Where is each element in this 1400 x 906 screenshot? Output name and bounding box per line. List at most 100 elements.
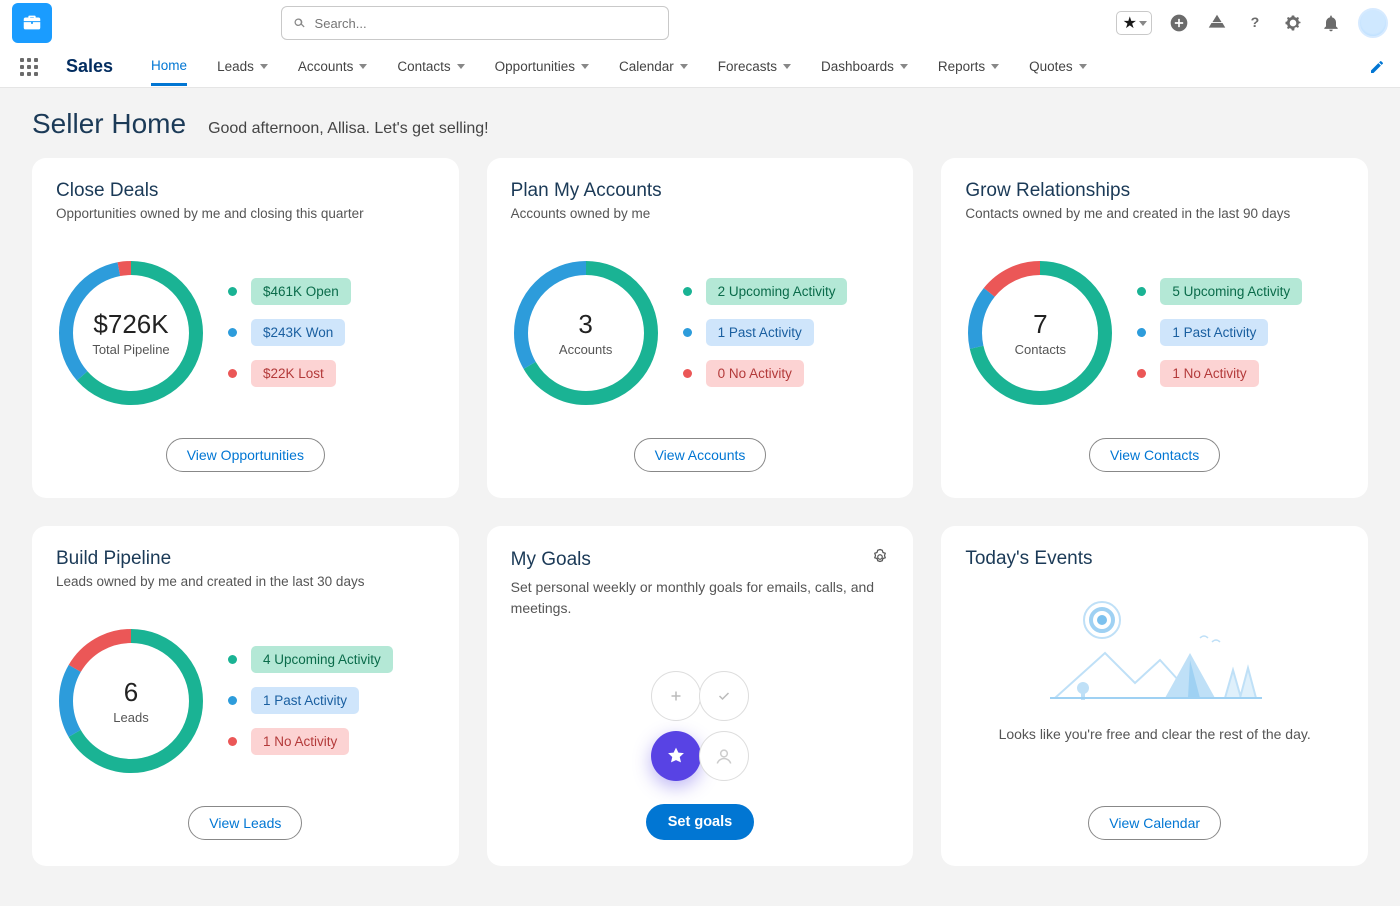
card-title: Close Deals [56,180,435,202]
nav-item-reports[interactable]: Reports [938,49,999,84]
goals-illustration [645,671,755,781]
nav-label: Calendar [619,59,674,74]
legend: 4 Upcoming Activity 1 Past Activity 1 No… [228,646,393,755]
user-avatar[interactable] [1358,8,1388,38]
nav-label: Quotes [1029,59,1073,74]
nav-item-leads[interactable]: Leads [217,49,268,84]
nav-label: Opportunities [495,59,575,74]
legend-dot [228,328,237,337]
card-action-button[interactable]: View Contacts [1089,438,1220,472]
legend-pill: 5 Upcoming Activity [1160,278,1302,305]
card-title: Today's Events [965,548,1344,570]
edit-nav-icon[interactable] [1366,56,1388,78]
legend-pill: $461K Open [251,278,351,305]
legend-pill: 1 No Activity [1160,360,1258,387]
donut-center-label: Accounts [559,342,612,357]
legend-pill: 1 Past Activity [1160,319,1268,346]
favorites-menu[interactable]: ★ [1116,11,1152,35]
global-search[interactable] [281,6,669,40]
legend-row: 1 Past Activity [683,319,848,346]
nav-item-quotes[interactable]: Quotes [1029,49,1087,84]
chevron-down-icon [991,64,999,69]
gear-icon[interactable] [871,548,889,571]
nav-label: Dashboards [821,59,894,74]
donut-chart: $726K Total Pipeline [56,258,206,408]
legend-dot [228,696,237,705]
nav-item-calendar[interactable]: Calendar [619,49,688,84]
donut-center-value: $726K [93,309,168,340]
nav-label: Home [151,58,187,73]
legend-pill: 0 No Activity [706,360,804,387]
legend: 2 Upcoming Activity 1 Past Activity 0 No… [683,278,848,387]
card-buildPipe: Build Pipeline Leads owned by me and cre… [32,526,459,866]
donut-chart: 7 Contacts [965,258,1115,408]
legend: 5 Upcoming Activity 1 Past Activity 1 No… [1137,278,1302,387]
legend-row: 1 No Activity [228,728,393,755]
nav-item-dashboards[interactable]: Dashboards [821,49,908,84]
nav-label: Reports [938,59,985,74]
chevron-down-icon [457,64,465,69]
card-action-button[interactable]: View Opportunities [166,438,325,472]
legend-dot [683,328,692,337]
card-title: My Goals [511,549,591,571]
card-goals: My Goals Set personal weekly or monthly … [487,526,914,866]
card-action-button[interactable]: View Accounts [634,438,767,472]
view-calendar-button[interactable]: View Calendar [1088,806,1221,840]
card-action-button[interactable]: View Leads [188,806,302,840]
app-launcher-icon[interactable] [20,58,38,76]
legend-pill: 4 Upcoming Activity [251,646,393,673]
donut-center-value: 6 [124,677,138,708]
page-title: Seller Home [32,108,186,140]
legend-dot [228,287,237,296]
legend-pill: $243K Won [251,319,345,346]
legend-row: 2 Upcoming Activity [683,278,848,305]
legend-dot [1137,369,1146,378]
nav-item-forecasts[interactable]: Forecasts [718,49,791,84]
search-icon [292,16,307,31]
legend-dot [683,369,692,378]
legend: $461K Open $243K Won $22K Lost [228,278,351,387]
legend-pill: 2 Upcoming Activity [706,278,848,305]
events-empty-text: Looks like you're free and clear the res… [999,726,1311,742]
gear-icon[interactable] [1282,12,1304,34]
legend-row: 1 Past Activity [228,687,393,714]
person-icon [699,731,749,781]
nav-item-contacts[interactable]: Contacts [397,49,464,84]
donut-chart: 6 Leads [56,626,206,776]
legend-dot [228,737,237,746]
card-subtitle: Leads owned by me and created in the las… [56,574,435,589]
legend-row: $243K Won [228,319,351,346]
nav-label: Contacts [397,59,450,74]
trailhead-icon[interactable] [1206,12,1228,34]
card-subtitle: Accounts owned by me [511,206,890,221]
chevron-down-icon [1079,64,1087,69]
page-greeting: Good afternoon, Allisa. Let's get sellin… [208,120,489,138]
card-planAccounts: Plan My Accounts Accounts owned by me 3 … [487,158,914,498]
card-subtitle: Opportunities owned by me and closing th… [56,206,435,221]
legend-dot [683,287,692,296]
help-icon[interactable]: ? [1244,12,1266,34]
nav-label: Accounts [298,59,354,74]
legend-row: $22K Lost [228,360,351,387]
svg-text:?: ? [1251,15,1260,31]
app-name: Sales [66,56,113,77]
card-events: Today's Events Looks like you're free an… [941,526,1368,866]
search-input[interactable] [315,16,658,31]
legend-row: 1 No Activity [1137,360,1302,387]
set-goals-button[interactable]: Set goals [646,804,754,840]
chevron-down-icon [900,64,908,69]
card-subtitle: Contacts owned by me and created in the … [965,206,1344,221]
briefcase-icon [21,12,43,34]
nav-item-accounts[interactable]: Accounts [298,49,368,84]
legend-pill: 1 No Activity [251,728,349,755]
check-icon [699,671,749,721]
legend-row: 4 Upcoming Activity [228,646,393,673]
star-icon [651,731,701,781]
bell-icon[interactable] [1320,12,1342,34]
nav-label: Forecasts [718,59,777,74]
card-title: Build Pipeline [56,548,435,570]
card-title: Plan My Accounts [511,180,890,202]
nav-item-opportunities[interactable]: Opportunities [495,49,589,84]
nav-item-home[interactable]: Home [151,48,187,86]
add-icon[interactable] [1168,12,1190,34]
